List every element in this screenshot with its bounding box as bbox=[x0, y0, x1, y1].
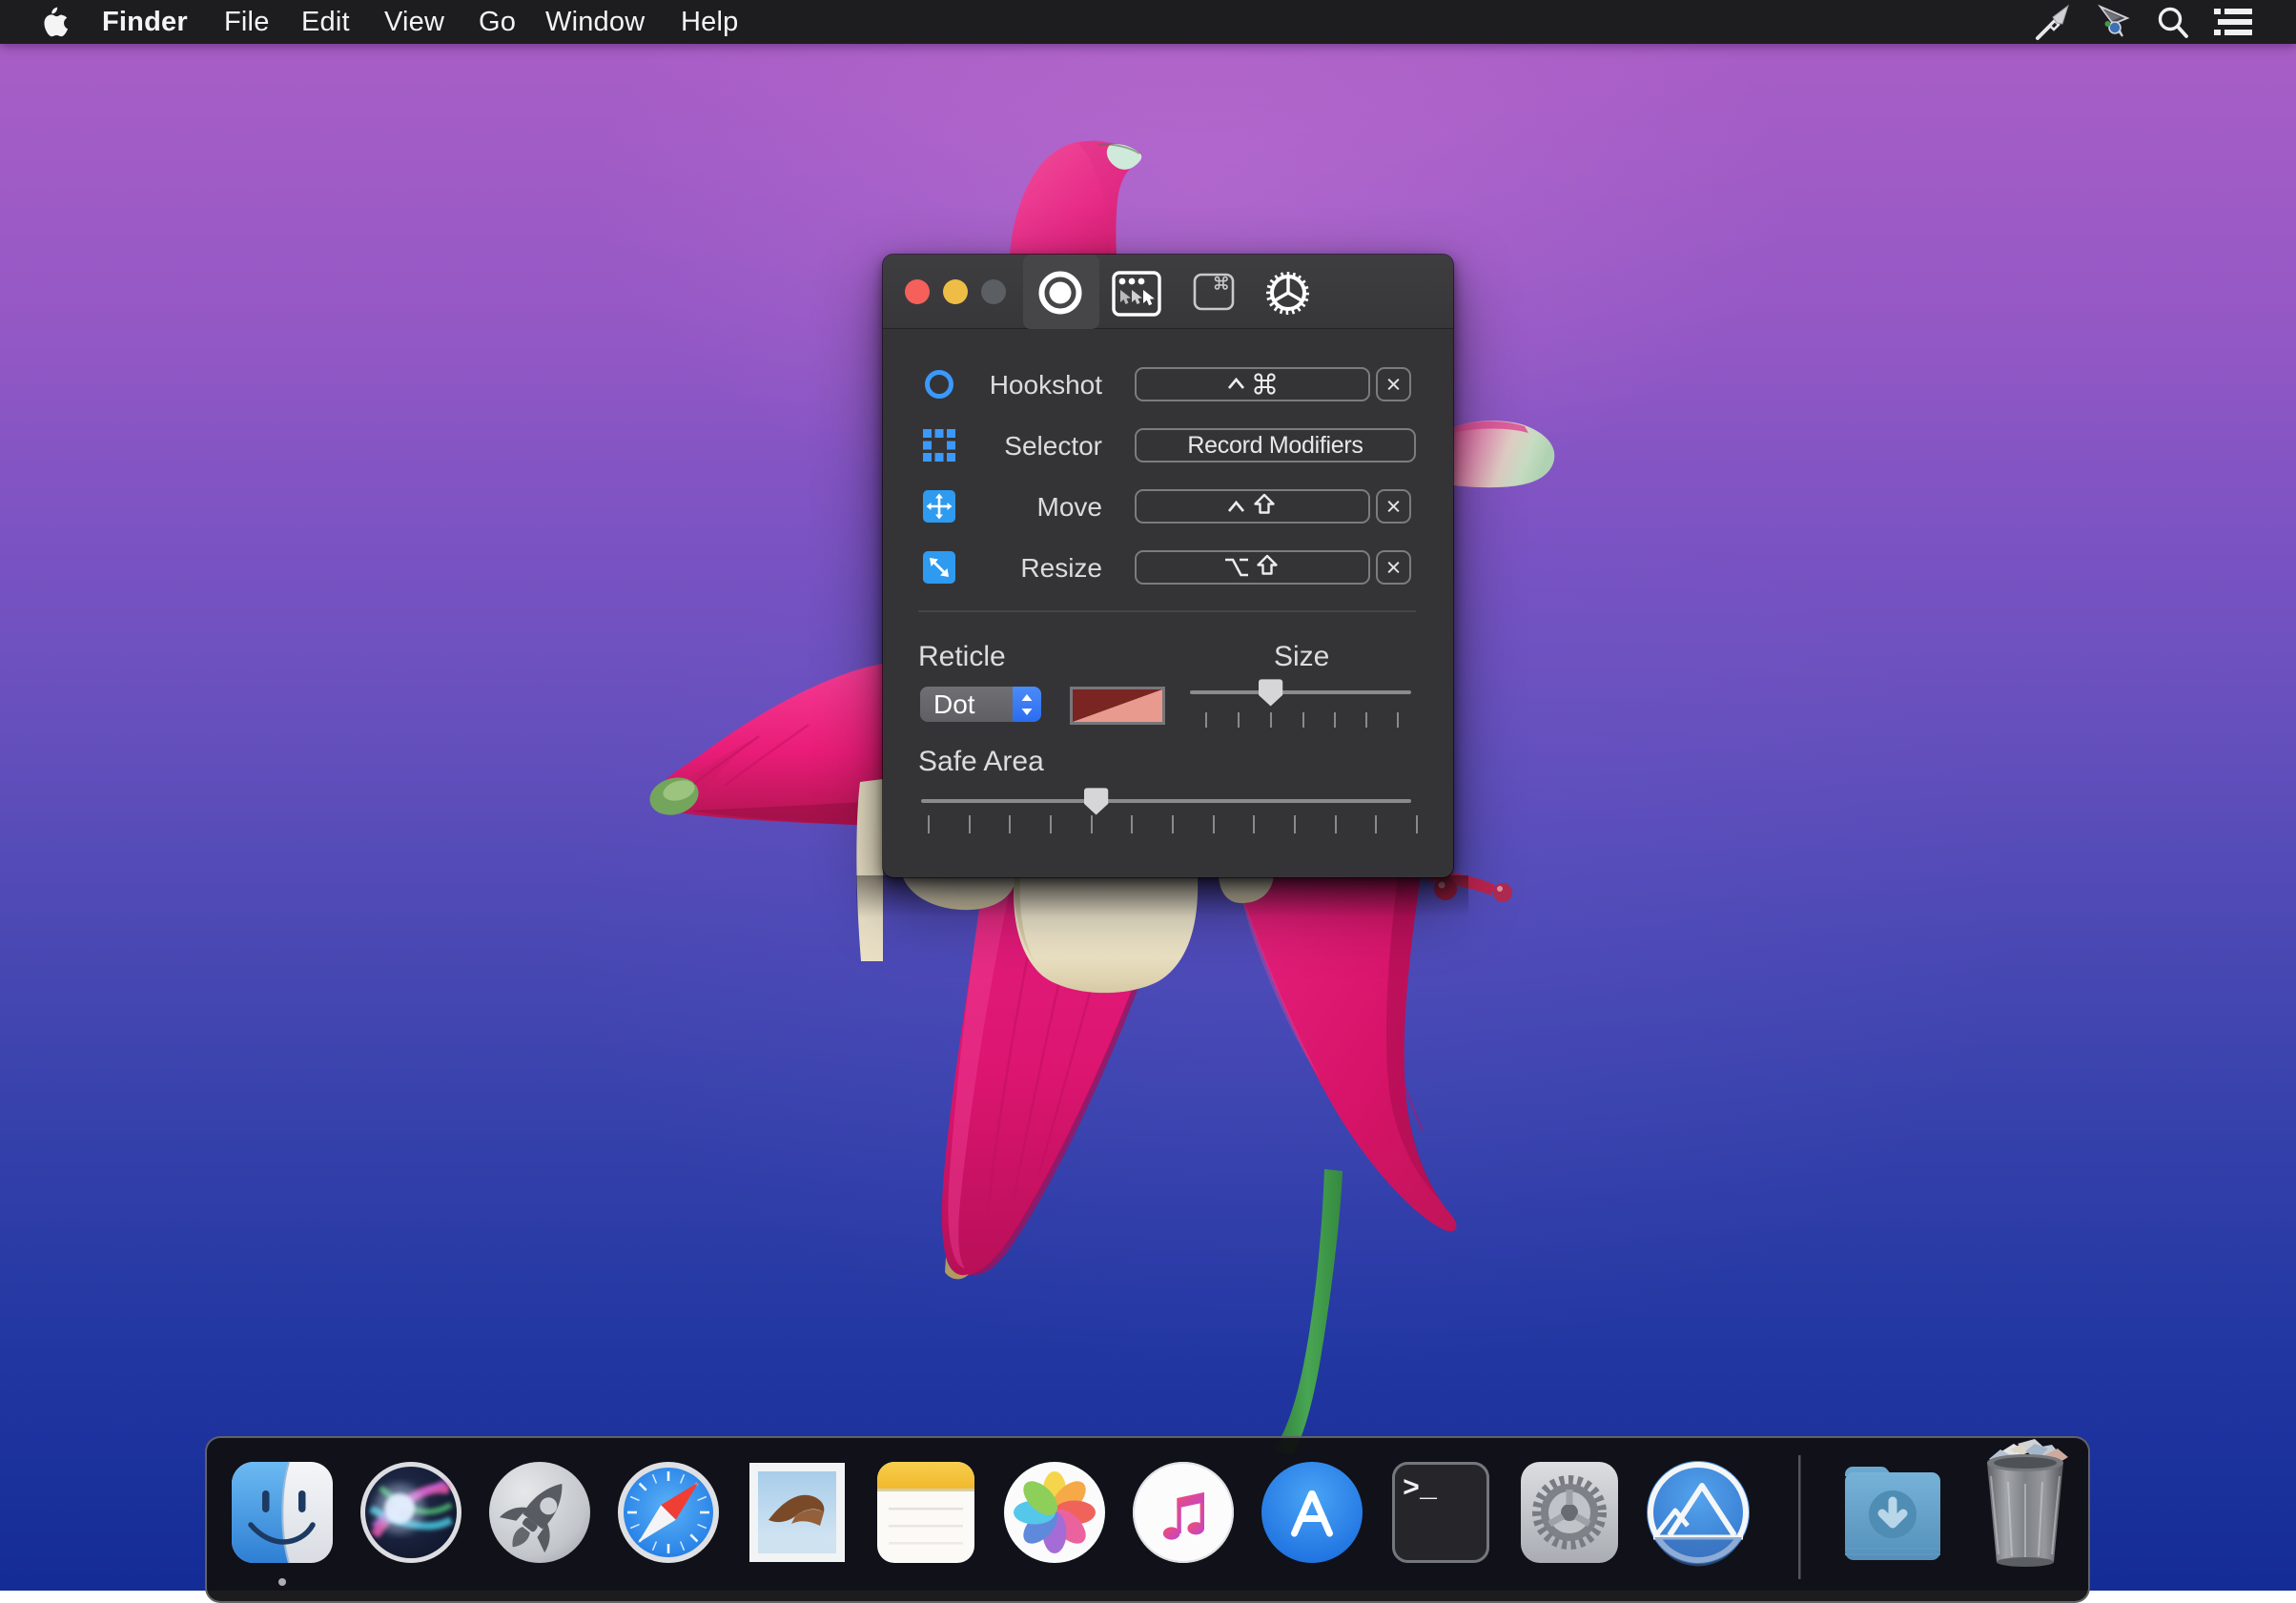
svg-text:>_: >_ bbox=[1403, 1473, 1438, 1506]
